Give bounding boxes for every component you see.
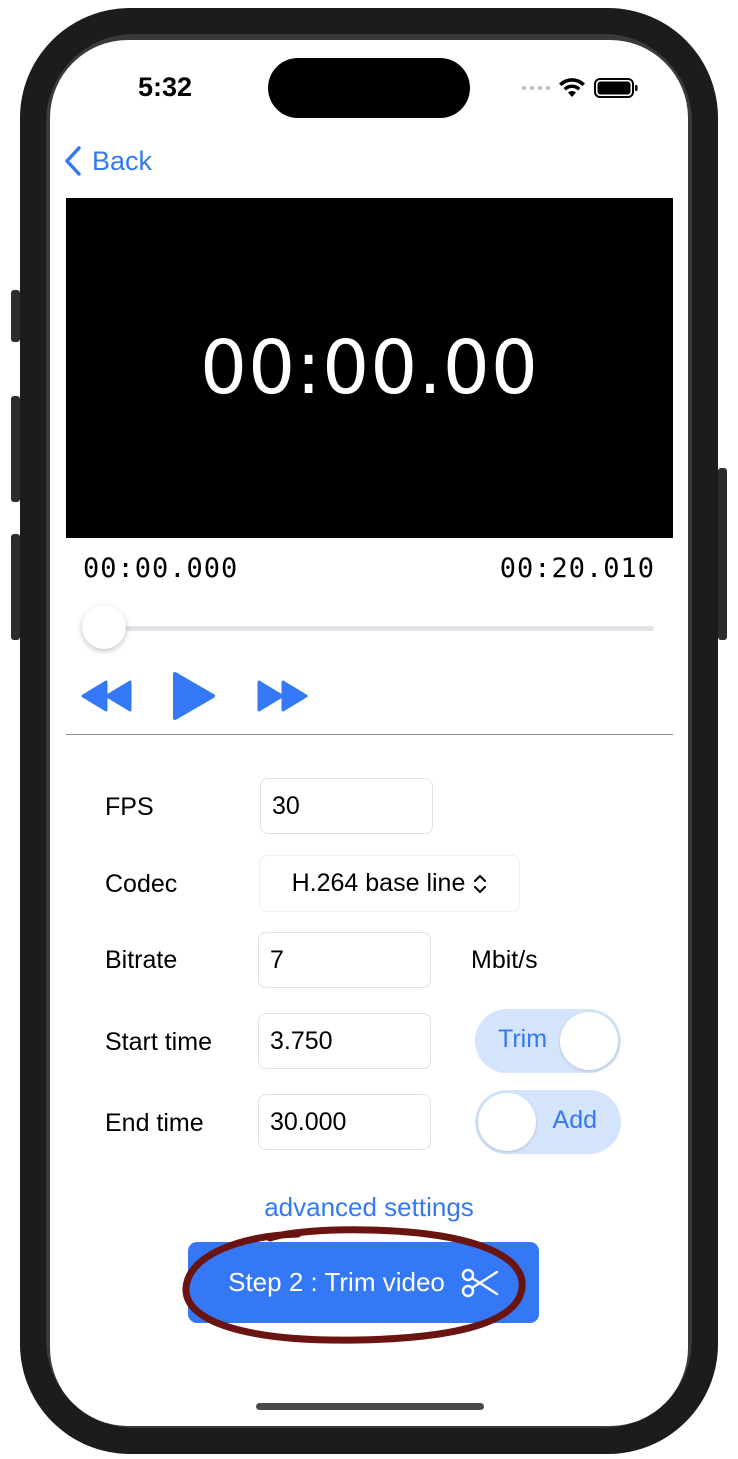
end-time-label: End time [105, 1109, 204, 1137]
dynamic-island [268, 58, 470, 118]
fps-label: FPS [105, 793, 154, 821]
status-time: 5:32 [138, 72, 193, 102]
seek-slider-knob[interactable] [82, 605, 126, 649]
add-toggle-label: Add [552, 1106, 597, 1134]
trim-toggle-knob [560, 1012, 618, 1070]
codec-value: H.264 base line [291, 869, 466, 897]
add-toggle-knob [478, 1093, 536, 1151]
phone-screen: 5:32 Back 00:00.00 00:00.000 00:20.010 F… [50, 40, 688, 1426]
fast-forward-icon[interactable] [256, 680, 308, 712]
trim-video-button-label: Step 2 : Trim video [228, 1267, 445, 1297]
back-button[interactable]: Back [64, 145, 152, 177]
rewind-icon[interactable] [81, 680, 133, 712]
bitrate-label: Bitrate [105, 946, 178, 974]
video-overlay-time: 00:00.00 [200, 325, 539, 411]
cellular-signal-icon [522, 86, 550, 90]
play-icon[interactable] [171, 671, 217, 721]
trim-toggle[interactable]: Trim [475, 1009, 621, 1073]
current-time: 00:00.000 [83, 553, 239, 584]
chevron-up-down-icon [474, 874, 487, 893]
seek-slider[interactable] [98, 626, 654, 631]
wifi-icon [559, 78, 585, 97]
power-side-button [718, 468, 727, 640]
fps-input[interactable]: 30 [260, 778, 433, 834]
codec-picker[interactable]: H.264 base line [259, 855, 520, 912]
divider [66, 734, 673, 735]
volume-up-side-button [11, 396, 20, 502]
action-side-button [11, 290, 20, 342]
volume-down-side-button [11, 534, 20, 640]
total-time: 00:20.010 [499, 553, 655, 584]
back-label: Back [92, 145, 153, 176]
scissors-icon [461, 1268, 499, 1297]
add-toggle[interactable]: Add [475, 1090, 621, 1154]
trim-toggle-label: Trim [498, 1025, 548, 1053]
bitrate-input[interactable]: 7 [258, 932, 431, 988]
start-time-input[interactable]: 3.750 [258, 1013, 431, 1069]
advanced-settings-link[interactable]: advanced settings [50, 1192, 688, 1223]
bitrate-unit: Mbit/s [471, 946, 538, 974]
end-time-input[interactable]: 30.000 [258, 1094, 431, 1150]
chevron-left-icon [65, 146, 81, 176]
home-indicator[interactable] [256, 1403, 484, 1410]
codec-label: Codec [105, 870, 178, 898]
trim-video-button[interactable]: Step 2 : Trim video [188, 1242, 539, 1323]
battery-icon [594, 78, 638, 98]
video-preview[interactable]: 00:00.00 [66, 198, 673, 538]
start-time-label: Start time [105, 1028, 212, 1056]
status-icons [522, 76, 638, 100]
